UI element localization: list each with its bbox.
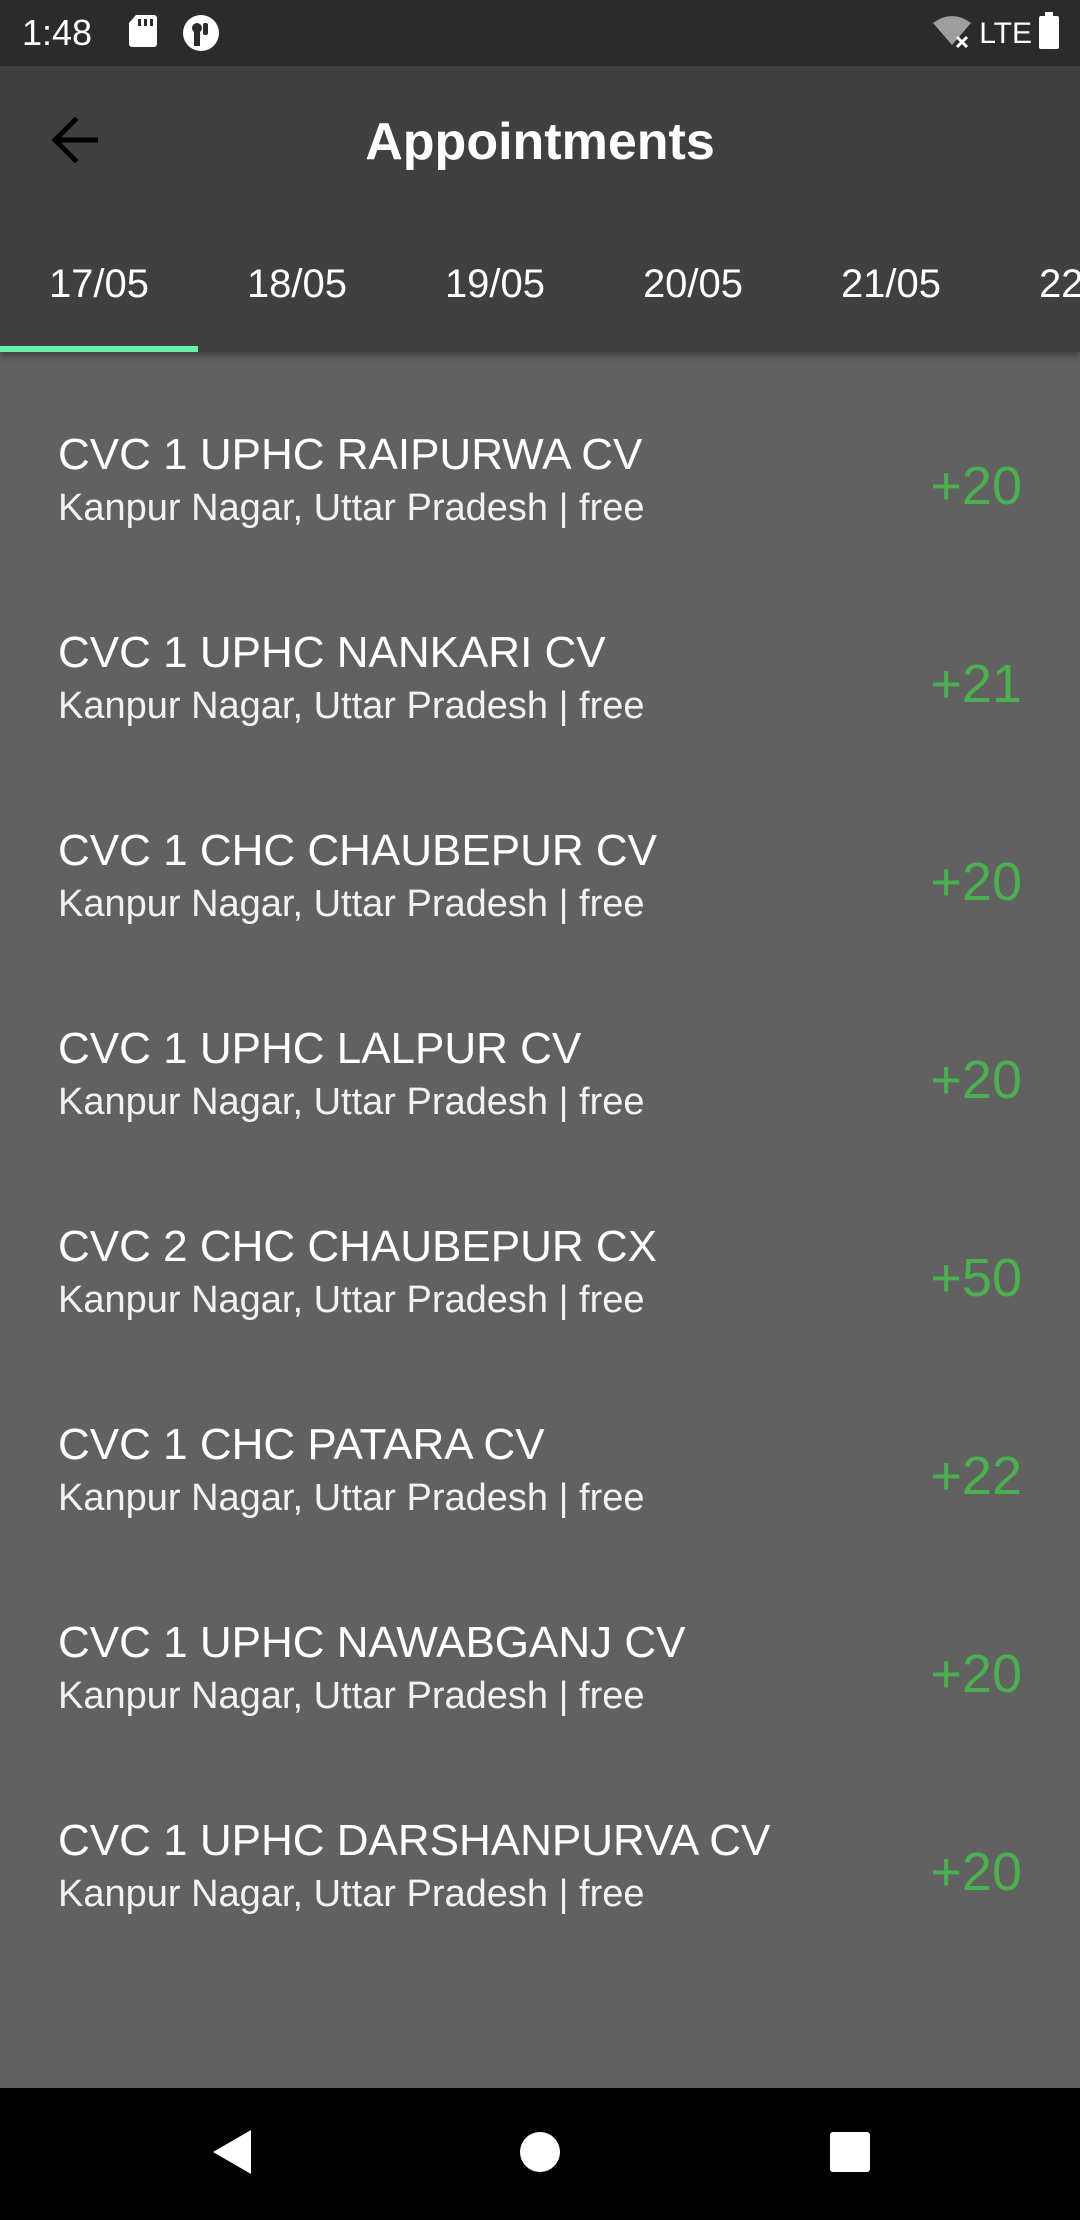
status-right-icons: LTE xyxy=(931,12,1060,55)
list-item[interactable]: CVC 1 UPHC LALPUR CV Kanpur Nagar, Uttar… xyxy=(0,1022,1080,1220)
nav-home-icon xyxy=(518,2130,562,2179)
center-location: Kanpur Nagar, Uttar Pradesh | free xyxy=(58,1081,645,1123)
center-location: Kanpur Nagar, Uttar Pradesh | free xyxy=(58,685,645,727)
center-name: CVC 1 UPHC NANKARI CV xyxy=(58,628,606,677)
list-item[interactable]: CVC 2 CHC CHAUBEPUR CX Kanpur Nagar, Utt… xyxy=(0,1220,1080,1418)
center-name: CVC 1 UPHC DARSHANPURVA CV xyxy=(58,1816,771,1865)
slot-count: +21 xyxy=(930,654,1022,714)
center-location: Kanpur Nagar, Uttar Pradesh | free xyxy=(58,487,645,529)
face-icon xyxy=(182,14,220,57)
slot-count: +20 xyxy=(930,1050,1022,1110)
app-bar: Appointments xyxy=(0,66,1080,216)
list-item[interactable]: CVC 1 UPHC RAIPURWA CV Kanpur Nagar, Utt… xyxy=(0,428,1080,626)
center-location: Kanpur Nagar, Uttar Pradesh | free xyxy=(58,1675,645,1717)
appointment-list: CVC 1 UPHC RAIPURWA CV Kanpur Nagar, Utt… xyxy=(0,352,1080,2012)
center-name: CVC 1 UPHC NAWABGANJ CV xyxy=(58,1618,686,1667)
system-nav-bar xyxy=(0,2088,1080,2220)
center-location: Kanpur Nagar, Uttar Pradesh | free xyxy=(58,1477,645,1519)
status-bar: 1:48 LTE xyxy=(0,0,1080,66)
center-name: CVC 1 CHC CHAUBEPUR CV xyxy=(58,826,657,875)
battery-icon xyxy=(1038,12,1060,55)
center-name: CVC 1 CHC PATARA CV xyxy=(58,1420,545,1469)
nav-home-button[interactable] xyxy=(504,2118,576,2190)
network-type: LTE xyxy=(979,16,1032,50)
center-name: CVC 1 UPHC LALPUR CV xyxy=(58,1024,582,1073)
wifi-off-icon xyxy=(931,13,973,54)
center-name: CVC 1 UPHC RAIPURWA CV xyxy=(58,430,643,479)
list-item[interactable]: CVC 1 UPHC NAWABGANJ CV Kanpur Nagar, Ut… xyxy=(0,1616,1080,1814)
sd-card-icon xyxy=(128,14,158,57)
nav-recents-icon xyxy=(828,2130,872,2179)
slot-count: +20 xyxy=(930,1842,1022,1902)
list-item[interactable]: CVC 1 UPHC DARSHANPURVA CV Kanpur Nagar,… xyxy=(0,1814,1080,2012)
slot-count: +20 xyxy=(930,1644,1022,1704)
tab-date-20-05[interactable]: 20/05 xyxy=(594,216,792,352)
slot-count: +20 xyxy=(930,456,1022,516)
center-location: Kanpur Nagar, Uttar Pradesh | free xyxy=(58,1873,645,1915)
nav-back-button[interactable] xyxy=(196,2118,268,2190)
page-title: Appointments xyxy=(365,113,715,171)
slot-count: +50 xyxy=(930,1248,1022,1308)
center-location: Kanpur Nagar, Uttar Pradesh | free xyxy=(58,883,645,925)
list-item[interactable]: CVC 1 CHC CHAUBEPUR CV Kanpur Nagar, Utt… xyxy=(0,824,1080,1022)
date-tab-bar: 17/05 18/05 19/05 20/05 21/05 22/05 xyxy=(0,216,1080,352)
slot-count: +20 xyxy=(930,852,1022,912)
nav-recents-button[interactable] xyxy=(814,2118,886,2190)
tab-date-21-05[interactable]: 21/05 xyxy=(792,216,990,352)
status-time: 1:48 xyxy=(22,12,93,53)
list-item[interactable]: CVC 1 CHC PATARA CV Kanpur Nagar, Uttar … xyxy=(0,1418,1080,1616)
center-name: CVC 2 CHC CHAUBEPUR CX xyxy=(58,1222,657,1271)
tab-date-22-05[interactable]: 22/05 xyxy=(990,216,1080,352)
nav-back-icon xyxy=(209,2127,255,2182)
list-item[interactable]: CVC 1 UPHC NANKARI CV Kanpur Nagar, Utta… xyxy=(0,626,1080,824)
tab-date-18-05[interactable]: 18/05 xyxy=(198,216,396,352)
slot-count: +22 xyxy=(930,1446,1022,1506)
tab-date-19-05[interactable]: 19/05 xyxy=(396,216,594,352)
center-location: Kanpur Nagar, Uttar Pradesh | free xyxy=(58,1279,645,1321)
tab-date-17-05[interactable]: 17/05 xyxy=(0,216,198,352)
status-left-icons xyxy=(128,14,220,57)
